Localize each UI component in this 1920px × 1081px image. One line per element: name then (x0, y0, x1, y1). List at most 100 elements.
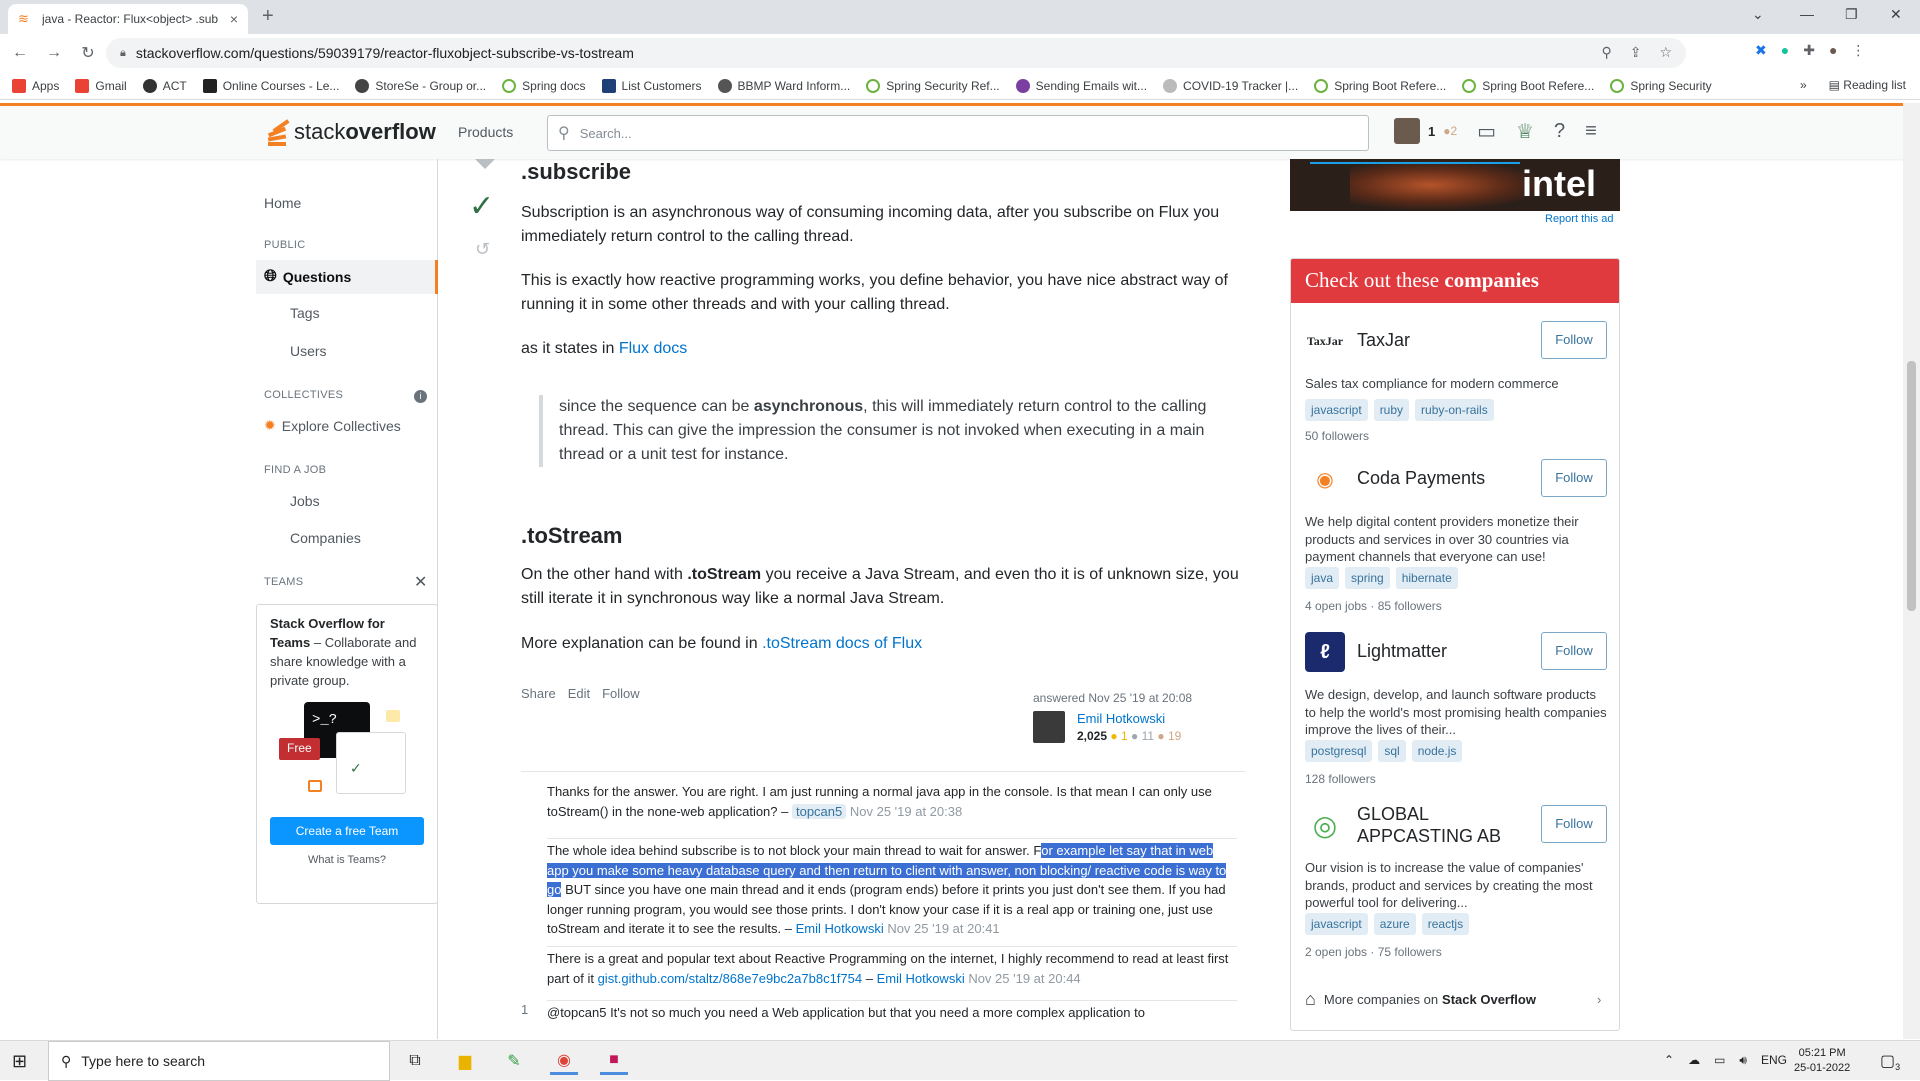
bookmark-bbmp[interactable]: BBMP Ward Inform... (717, 78, 850, 93)
company-name[interactable]: TaxJar (1357, 330, 1410, 352)
bookmark-sending-emails[interactable]: Sending Emails wit... (1015, 78, 1147, 93)
tag[interactable]: javascript (1305, 399, 1368, 421)
tag[interactable]: hibernate (1395, 567, 1458, 589)
forward-icon[interactable]: → (40, 44, 68, 62)
nav-jobs[interactable]: Jobs (290, 493, 320, 509)
page-scrollbar[interactable] (1903, 103, 1920, 1039)
bookmark-spring-boot-ref-1[interactable]: Spring Boot Refere... (1314, 78, 1446, 93)
windows-start-icon[interactable]: ⊞ (12, 1051, 27, 1072)
tag[interactable]: sql (1378, 740, 1406, 762)
company-name[interactable]: GLOBAL APPCASTING AB (1357, 804, 1527, 847)
scrollbar-thumb[interactable] (1907, 361, 1916, 611)
bookmark-spring-boot-ref-2[interactable]: Spring Boot Refere... (1462, 78, 1594, 93)
follow-button[interactable]: Follow (1541, 632, 1607, 670)
bookmark-spring-security-ref[interactable]: Spring Security Ref... (866, 78, 1000, 93)
bookmark-storese[interactable]: StoreSe - Group or... (355, 78, 486, 93)
tag[interactable]: azure (1373, 913, 1416, 935)
battery-icon[interactable]: ▭ (1714, 1053, 1725, 1068)
follow-button[interactable]: Follow (1541, 805, 1607, 843)
chrome-icon[interactable]: ◉ (550, 1047, 578, 1075)
share-icon[interactable]: ⇪ (1630, 44, 1642, 61)
tag[interactable]: spring (1345, 567, 1390, 589)
tag[interactable]: node.js (1411, 740, 1463, 762)
new-tab-icon[interactable]: + (262, 5, 274, 28)
coda-payments-logo[interactable]: ◉ (1305, 459, 1345, 499)
help-icon[interactable]: ? (1554, 120, 1565, 143)
nav-users[interactable]: Users (290, 343, 327, 359)
bookmark-apps[interactable]: Apps (12, 78, 59, 93)
edit-link[interactable]: Edit (568, 686, 590, 701)
bookmark-act[interactable]: ACT (142, 78, 187, 93)
tag[interactable]: ruby (1373, 399, 1410, 421)
restore-icon[interactable]: ❐ (1845, 6, 1858, 23)
zoom-icon[interactable]: ⚲ (1601, 44, 1611, 61)
user-profile-link[interactable]: 1 ●2 (1394, 118, 1457, 144)
comment-date[interactable]: Nov 25 '19 at 20:38 (846, 804, 962, 819)
tab-close-icon[interactable]: × (230, 11, 238, 27)
lightmatter-logo[interactable]: ℓ (1305, 632, 1345, 672)
tag[interactable]: javascript (1305, 913, 1368, 935)
taxjar-logo[interactable]: TaxJar (1305, 321, 1345, 361)
comment-date[interactable]: Nov 25 '19 at 20:44 (965, 971, 1080, 986)
back-icon[interactable]: ← (6, 44, 34, 62)
taskbar-clock[interactable]: 05:21 PM 25-01-2022 (1794, 1046, 1850, 1077)
bookmark-star-icon[interactable]: ☆ (1659, 44, 1672, 61)
bookmark-online-courses[interactable]: Online Courses - Le... (202, 78, 339, 93)
products-menu[interactable]: Products (458, 124, 513, 140)
intel-ad[interactable]: intel (1290, 159, 1620, 211)
file-explorer-icon[interactable]: ▆ (451, 1047, 479, 1075)
minimize-icon[interactable]: — (1800, 6, 1814, 22)
browser-tab[interactable]: ≋ java - Reactor: Flux<object> .sub × (8, 4, 248, 34)
bookmark-spring-security[interactable]: Spring Security (1610, 78, 1712, 93)
downvote-icon[interactable] (467, 159, 503, 169)
profile-avatar-icon[interactable]: ● (1829, 42, 1837, 59)
bookmark-spring-docs[interactable]: Spring docs (502, 78, 586, 93)
create-free-team-button[interactable]: Create a free Team (270, 817, 424, 846)
language-indicator[interactable]: ENG (1761, 1053, 1787, 1068)
so-logo[interactable]: stack overflow (264, 116, 436, 148)
user-name-link[interactable]: Emil Hotkowski (1077, 711, 1165, 726)
onedrive-icon[interactable]: ☁ (1688, 1053, 1700, 1068)
so-search-input[interactable]: ⚲ Search... (547, 115, 1369, 151)
extensions-puzzle-icon[interactable]: ✚ (1803, 42, 1815, 59)
address-bar[interactable]: 🔒︎ stackoverflow.com/questions/59039179/… (106, 38, 1686, 68)
company-name[interactable]: Coda Payments (1357, 468, 1485, 490)
taskbar-search[interactable]: ⚲ Type here to search (48, 1041, 390, 1081)
reload-icon[interactable]: ↻ (74, 43, 102, 63)
global-appcasting-logo[interactable]: ◎ (1305, 805, 1345, 845)
extension-icon[interactable]: ✖ (1755, 42, 1767, 59)
grammarly-icon[interactable]: ● (1781, 42, 1789, 59)
site-switcher-icon[interactable]: ≡ (1585, 120, 1597, 143)
nav-companies[interactable]: Companies (290, 530, 361, 546)
nav-home[interactable]: Home (264, 195, 301, 211)
tab-search-icon[interactable]: ⌄ (1752, 6, 1764, 23)
flux-docs-link[interactable]: Flux docs (619, 340, 687, 357)
intellij-icon[interactable]: ■ (600, 1047, 628, 1075)
bookmark-covid-tracker[interactable]: COVID-19 Tracker |... (1163, 78, 1298, 93)
comment-date[interactable]: Nov 25 '19 at 20:41 (884, 921, 999, 936)
close-icon[interactable]: ✕ (414, 572, 427, 592)
nav-tags[interactable]: Tags (290, 305, 320, 321)
what-is-teams-link[interactable]: What is Teams? (270, 853, 424, 869)
history-icon[interactable]: ↺ (475, 239, 490, 260)
task-view-icon[interactable]: ⧉ (401, 1047, 429, 1075)
bookmarks-more-icon[interactable]: » (1800, 78, 1807, 92)
tostream-docs-link[interactable]: .toStream docs of Flux (762, 635, 922, 652)
achievements-trophy-icon[interactable]: ♕ (1516, 119, 1534, 144)
follow-link[interactable]: Follow (602, 686, 640, 701)
tag[interactable]: reactjs (1421, 913, 1470, 935)
gist-link[interactable]: gist.github.com/staltz/868e7e9bc2a7b8c1f… (598, 971, 863, 986)
window-close-icon[interactable]: ✕ (1890, 6, 1902, 23)
notepad-icon[interactable]: ✎ (500, 1047, 528, 1075)
tag[interactable]: ruby-on-rails (1415, 399, 1494, 421)
tag[interactable]: java (1305, 567, 1340, 589)
tray-expand-icon[interactable]: ⌃ (1664, 1053, 1674, 1068)
company-name[interactable]: Lightmatter (1357, 641, 1447, 663)
nav-explore-collectives[interactable]: ✹ Explore Collectives (264, 417, 401, 434)
nav-questions[interactable]: 🌐︎ Questions (256, 260, 438, 294)
share-link[interactable]: Share (521, 686, 556, 701)
tag[interactable]: postgresql (1305, 740, 1373, 762)
inbox-icon[interactable]: ▭ (1477, 119, 1496, 144)
comment-user[interactable]: Emil Hotkowski (877, 971, 965, 986)
notifications-icon[interactable]: ▢3 (1880, 1051, 1900, 1072)
